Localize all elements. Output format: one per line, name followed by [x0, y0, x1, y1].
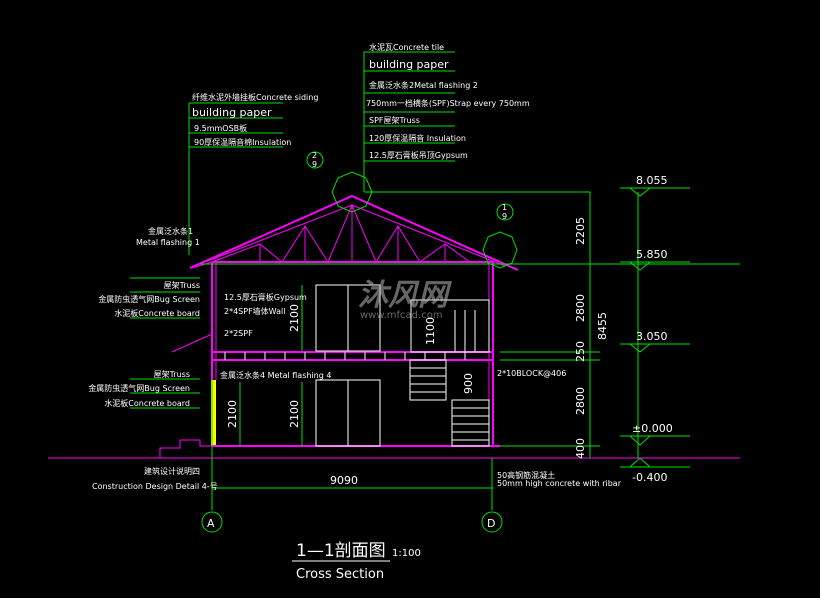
label: SPF屋架Truss	[369, 116, 420, 125]
dim: 9090	[330, 474, 358, 487]
label: 屋架Truss	[154, 370, 190, 379]
steps	[159, 439, 212, 458]
roof	[189, 194, 519, 271]
level-minus-0400: -0.400	[632, 471, 667, 484]
level-5850: 5.850	[636, 248, 668, 261]
subtitle: Cross Section	[296, 567, 384, 582]
callout-number: 1	[502, 203, 507, 212]
cad-drawing: 8.055 5.850 3.050 ±0.000 -0.400 2 9 1 9 …	[0, 0, 820, 598]
axis-d: D	[487, 517, 495, 530]
dim: 2100	[288, 400, 301, 428]
label: 金属泛水条4 Metal flashing 4	[220, 370, 331, 380]
label: 纤维水泥外墙挂板Concrete siding	[192, 92, 318, 102]
label: 水泥瓦Concrete tile	[369, 42, 444, 52]
level-0000: ±0.000	[632, 422, 673, 435]
cross-section-drawing: 8.055 5.850 3.050 ±0.000 -0.400 2 9 1 9 …	[48, 42, 740, 582]
eave-labels: 屋架Truss 金属防虫透气网Bug Screen 水泥板Concrete bo…	[88, 281, 200, 408]
label: 12.5厚石膏板吊顶Gypsum	[369, 150, 468, 160]
dim: 900	[462, 373, 475, 394]
label: 水泥板Concrete board	[114, 308, 200, 318]
dim: 2800	[574, 387, 587, 415]
label: 12.5厚石膏板Gypsum	[224, 292, 307, 302]
label: 2*4SPF墙体Wall	[224, 306, 285, 316]
label: 金属防虫透气网Bug Screen	[88, 383, 190, 393]
watermark-text: 沐风网	[358, 278, 452, 313]
label: 屋架Truss	[164, 281, 200, 290]
label: 金属泛水条2Metal flashing 2	[369, 80, 478, 90]
label: Metal flashing 1	[136, 238, 200, 247]
dim: 2100	[226, 400, 239, 428]
label: 750mm一档横条(SPF)Strap every 750mm	[366, 98, 530, 108]
dim: 1100	[424, 317, 437, 345]
label: 50mm high concrete with ribar	[497, 479, 622, 488]
callout-sheet: 9	[312, 160, 317, 169]
watermark-url: www.mfcad.com	[360, 310, 443, 321]
dim: 2800	[574, 294, 587, 322]
walls	[171, 261, 500, 447]
dim: 400	[574, 438, 587, 459]
axis-a: A	[207, 517, 215, 530]
label: 水泥板Concrete board	[104, 398, 190, 408]
callout-number: 2	[312, 151, 317, 160]
scale: 1:100	[392, 548, 421, 559]
detail-callouts: 2 9 1 9	[306, 151, 518, 269]
level-8055: 8.055	[636, 174, 668, 187]
label: 建筑设计说明四	[144, 466, 200, 476]
dim: 2205	[574, 217, 587, 245]
label: 120厚保温隔音 Insulation	[369, 133, 466, 143]
drawing-title: 1—1剖面图 1:100 Cross Section	[292, 541, 421, 582]
label: building paper	[369, 58, 449, 71]
label: 90厚保温隔音棉Insulation	[194, 137, 291, 147]
label: 2*10BLOCK@406	[497, 369, 566, 378]
dim: 2100	[288, 304, 301, 332]
label: building paper	[192, 106, 272, 119]
level-markers: 8.055 5.850 3.050 ±0.000 -0.400	[620, 174, 690, 484]
grid-axes: A D	[201, 511, 503, 533]
label: 金属泛水条1	[148, 226, 193, 236]
title: 1—1剖面图	[296, 541, 386, 561]
dim: 8455	[596, 312, 609, 340]
callout-sheet: 9	[502, 212, 507, 221]
label: 2*2SPF	[224, 329, 253, 338]
roof-layer-labels: 水泥瓦Concrete tile building paper 金属泛水条2Me…	[366, 42, 530, 160]
label: 金属防虫透气网Bug Screen	[98, 294, 200, 304]
level-3050: 3.050	[636, 330, 668, 343]
label: 9.5mmOSB板	[194, 123, 247, 133]
watermark: 沐风网 www.mfcad.com	[358, 278, 452, 321]
dim: 250	[574, 341, 587, 362]
label: Construction Design Detail 4-号	[92, 482, 218, 491]
stairs	[409, 310, 490, 447]
